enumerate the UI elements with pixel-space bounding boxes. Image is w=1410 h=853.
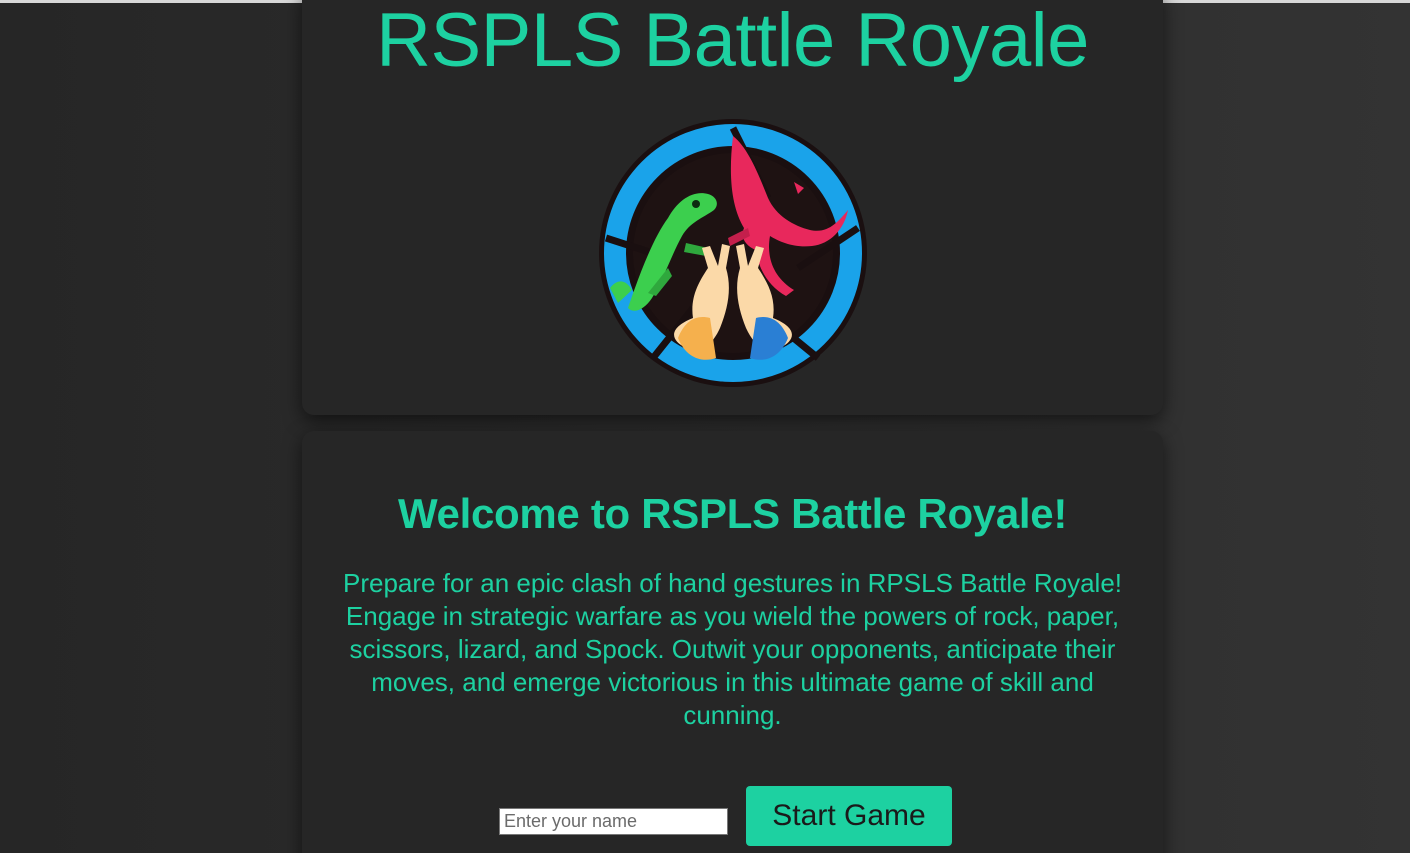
- welcome-card: Welcome to RSPLS Battle Royale! Prepare …: [302, 431, 1163, 853]
- header-card: RSPLS Battle Royale: [302, 0, 1163, 415]
- game-description: Prepare for an epic clash of hand gestur…: [343, 568, 1122, 730]
- page-title: RSPLS Battle Royale: [376, 0, 1089, 83]
- welcome-heading: Welcome to RSPLS Battle Royale!: [397, 490, 1068, 537]
- player-name-input[interactable]: [499, 808, 728, 835]
- start-game-button[interactable]: Start Game: [746, 786, 952, 846]
- rpsls-lizard-hands-logo-icon: [598, 118, 868, 388]
